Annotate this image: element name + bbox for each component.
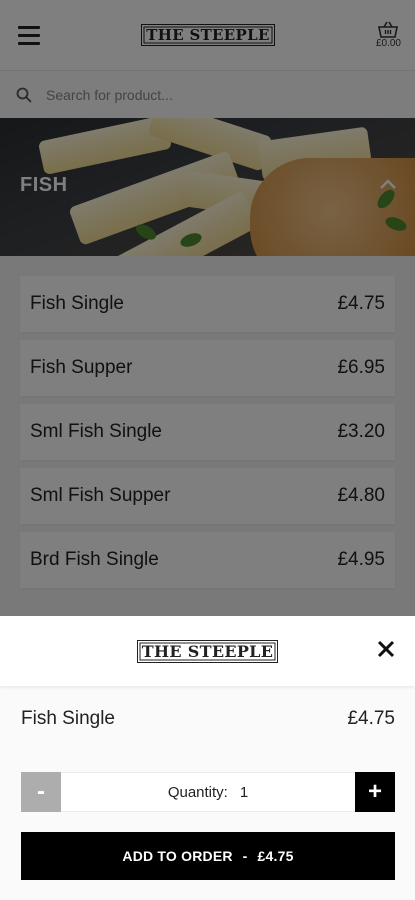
add-to-order-label: ADD TO ORDER <box>122 848 233 864</box>
add-to-order-price: £4.75 <box>257 848 294 864</box>
quantity-value: 1 <box>239 783 249 801</box>
selected-product-name: Fish Single <box>21 708 115 729</box>
selected-product-price: £4.75 <box>347 708 395 729</box>
sheet-logo: THE STEEPLE <box>136 639 279 663</box>
decrease-quantity-button[interactable]: - <box>21 772 61 812</box>
selected-product: Fish Single £4.75 <box>0 686 415 730</box>
add-to-order-separator: - <box>242 848 248 864</box>
close-icon[interactable] <box>377 640 395 658</box>
quantity-label: Quantity: <box>167 783 228 801</box>
quantity-stepper: - Quantity: 1 + <box>21 772 395 812</box>
add-to-order-button[interactable]: ADD TO ORDER - £4.75 <box>21 832 395 880</box>
product-sheet: THE STEEPLE Fish Single £4.75 - Quantity… <box>0 616 415 900</box>
increase-quantity-button[interactable]: + <box>355 772 395 812</box>
sheet-header: THE STEEPLE <box>0 616 415 686</box>
quantity-display: Quantity: 1 <box>61 772 355 812</box>
